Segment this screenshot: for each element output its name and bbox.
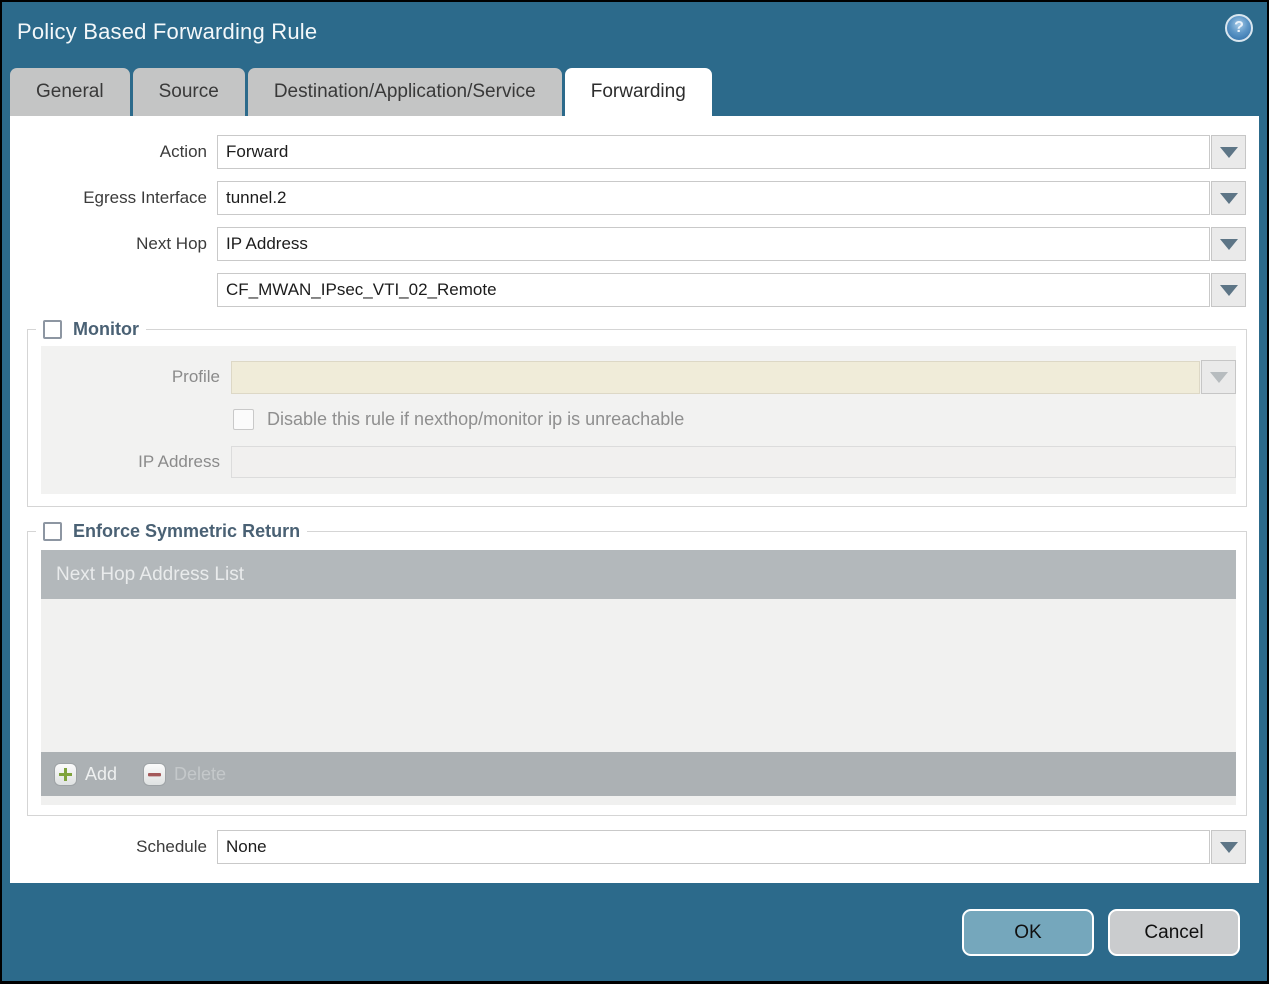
schedule-row: Schedule None (10, 830, 1246, 864)
next-hop-row: Next Hop IP Address (10, 227, 1246, 261)
profile-row: Profile (41, 360, 1236, 394)
monitor-body: Profile Disable this rule if nexthop/mon… (41, 346, 1236, 494)
table-bottom-strip (41, 796, 1236, 805)
tab-destination-application-service[interactable]: Destination/Application/Service (247, 68, 562, 116)
monitor-ip-address-label: IP Address (138, 452, 220, 471)
disable-rule-row: Disable this rule if nexthop/monitor ip … (233, 409, 1236, 430)
dialog-window: Policy Based Forwarding Rule ? General S… (2, 2, 1267, 981)
schedule-dropdown-button[interactable] (1211, 830, 1246, 864)
schedule-label: Schedule (136, 837, 207, 856)
egress-interface-row: Egress Interface tunnel.2 (10, 181, 1246, 215)
delete-button: Delete (143, 762, 227, 786)
chevron-down-icon (1209, 371, 1228, 383)
profile-select (231, 360, 1200, 394)
symmetric-return-fieldset: Enforce Symmetric Return Next Hop Addres… (27, 521, 1247, 816)
chevron-down-icon (1219, 841, 1238, 853)
tab-forwarding[interactable]: Forwarding (564, 68, 712, 116)
symmetric-return-checkbox[interactable] (43, 522, 62, 541)
help-icon[interactable]: ? (1225, 14, 1253, 42)
next-hop-dropdown-button[interactable] (1211, 227, 1246, 261)
table-footer-toolbar: Add Delete (41, 752, 1236, 796)
monitor-legend: Monitor (36, 319, 146, 340)
next-hop-address-select[interactable]: CF_MWAN_IPsec_VTI_02_Remote (217, 273, 1210, 307)
next-hop-address-row: CF_MWAN_IPsec_VTI_02_Remote (10, 273, 1246, 307)
title-bar: Policy Based Forwarding Rule ? (2, 2, 1267, 66)
egress-interface-dropdown-button[interactable] (1211, 181, 1246, 215)
delete-button-label: Delete (174, 763, 227, 784)
chevron-down-icon (1219, 284, 1238, 296)
add-plus-icon (54, 762, 77, 786)
profile-label: Profile (171, 367, 220, 386)
add-button[interactable]: Add (54, 762, 118, 786)
profile-dropdown-button (1201, 360, 1236, 394)
table-header-next-hop-address-list: Next Hop Address List (41, 550, 1236, 599)
next-hop-address-dropdown-button[interactable] (1211, 273, 1246, 307)
monitor-legend-label: Monitor (73, 319, 139, 339)
table-body-empty[interactable] (41, 599, 1236, 752)
symmetric-return-legend-label: Enforce Symmetric Return (73, 521, 301, 541)
schedule-select[interactable]: None (217, 830, 1210, 864)
dialog-title: Policy Based Forwarding Rule (17, 19, 318, 44)
delete-minus-icon (143, 762, 167, 786)
chevron-down-icon (1219, 192, 1238, 204)
next-hop-select[interactable]: IP Address (217, 227, 1210, 261)
monitor-checkbox[interactable] (43, 320, 62, 339)
action-label: Action (159, 142, 207, 161)
disable-rule-checkbox (233, 409, 254, 430)
tab-source[interactable]: Source (132, 68, 245, 116)
chevron-down-icon (1219, 146, 1238, 158)
add-button-label: Add (85, 763, 118, 784)
action-select[interactable]: Forward (217, 135, 1210, 169)
monitor-ip-address-row: IP Address (41, 446, 1236, 478)
egress-interface-label: Egress Interface (83, 188, 207, 207)
action-row: Action Forward (10, 135, 1246, 169)
next-hop-address-list-table: Next Hop Address List Add Delete (41, 550, 1236, 796)
chevron-down-icon (1219, 238, 1238, 250)
ok-button[interactable]: OK (962, 909, 1094, 956)
disable-rule-label: Disable this rule if nexthop/monitor ip … (267, 409, 685, 429)
tab-general[interactable]: General (10, 68, 130, 116)
monitor-ip-address-input (231, 446, 1236, 478)
egress-interface-select[interactable]: tunnel.2 (217, 181, 1210, 215)
symmetric-return-legend: Enforce Symmetric Return (36, 521, 307, 542)
next-hop-label: Next Hop (136, 234, 207, 253)
action-dropdown-button[interactable] (1211, 135, 1246, 169)
monitor-fieldset: Monitor Profile Disable this rule if nex… (27, 319, 1247, 507)
dialog-footer: OK Cancel (962, 909, 1240, 956)
tab-bar: General Source Destination/Application/S… (10, 68, 712, 116)
cancel-button[interactable]: Cancel (1108, 909, 1240, 956)
forwarding-tab-panel: Action Forward Egress Interface tunnel.2… (10, 116, 1259, 883)
